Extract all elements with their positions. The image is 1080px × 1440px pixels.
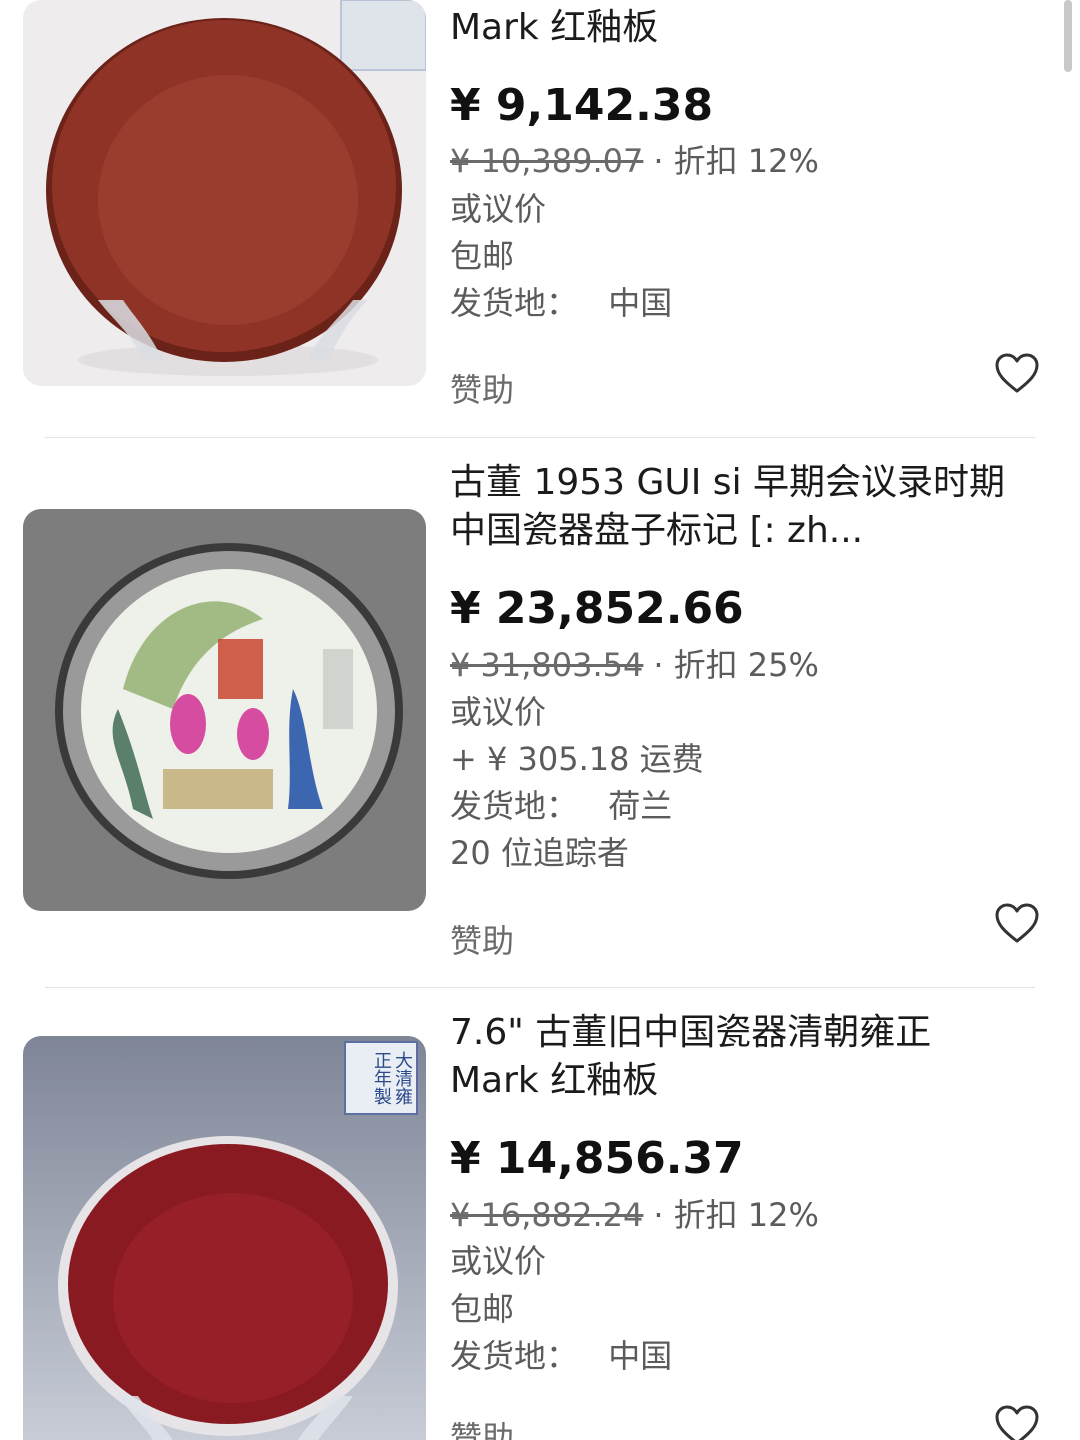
seal-mark: 大清雍正年製 (371, 1051, 413, 1105)
sponsored-label-3: 赞助 (450, 1419, 515, 1440)
original-price-1: ¥ 10,389.07 (450, 142, 644, 180)
list-divider (45, 987, 1035, 988)
sponsored-label-1: 赞助 (450, 371, 515, 409)
separator-dot: · (653, 1196, 664, 1234)
discount-2: 折扣 25% (673, 646, 819, 684)
negotiable-3: 或议价 (450, 1242, 547, 1280)
location-1: 中国 (608, 284, 673, 322)
price-row-3: ¥ 16,882.24 · 折扣 12% (450, 1192, 819, 1239)
listing-price-2: ¥ 23,852.66 (450, 583, 744, 634)
listing-title-2-line2[interactable]: 中国瓷器盘子标记 [: zh... (450, 507, 863, 555)
shipping-3: 包邮 (450, 1290, 515, 1328)
listing-price-3: ¥ 14,856.37 (450, 1133, 744, 1184)
negotiable-2: 或议价 (450, 693, 547, 731)
original-price-3: ¥ 16,882.24 (450, 1196, 644, 1234)
sponsored-label-2: 赞助 (450, 922, 515, 960)
heart-outline-icon[interactable] (994, 902, 1040, 944)
listing-image-1[interactable] (23, 0, 426, 386)
listing-title-3-line1[interactable]: 7.6" 古董旧中国瓷器清朝雍正 (450, 1009, 931, 1057)
listing-price-1: ¥ 9,142.38 (450, 80, 714, 131)
location-label-2: 发货地： (450, 787, 579, 825)
listing-image-2[interactable] (23, 509, 426, 911)
location-row-1: 发货地： 中国 (450, 280, 672, 327)
price-row-1: ¥ 10,389.07 · 折扣 12% (450, 138, 819, 185)
separator-dot: · (653, 646, 664, 684)
heart-outline-icon[interactable] (994, 352, 1040, 394)
separator-dot: · (653, 142, 664, 180)
price-row-2: ¥ 31,803.54 · 折扣 25% (450, 642, 819, 689)
location-label-3: 发货地： (450, 1337, 579, 1375)
shipping-1: 包邮 (450, 237, 515, 275)
scrollbar[interactable] (1064, 0, 1072, 72)
discount-3: 折扣 12% (673, 1196, 819, 1234)
location-2: 荷兰 (608, 787, 673, 825)
negotiable-1: 或议价 (450, 190, 547, 228)
plate-photo-red (23, 0, 426, 386)
listing-title-1[interactable]: Mark 红釉板 (450, 4, 658, 52)
shipping-2: + ¥ 305.18 运费 (450, 740, 704, 778)
location-row-3: 发货地： 中国 (450, 1333, 672, 1380)
location-3: 中国 (608, 1337, 673, 1375)
location-row-2: 发货地： 荷兰 (450, 783, 672, 830)
list-divider (45, 437, 1035, 438)
listing-image-3[interactable]: 大清雍正年製 (23, 1036, 426, 1440)
listing-title-2-line1[interactable]: 古董 1953 GUI si 早期会议录时期 (450, 459, 1005, 507)
search-results-page: Mark 红釉板 ¥ 9,142.38 ¥ 10,389.07 · 折扣 12% 或… (0, 0, 1080, 1440)
plate-photo-famille-rose (23, 509, 426, 911)
location-label-1: 发货地： (450, 284, 579, 322)
heart-outline-icon[interactable] (994, 1404, 1040, 1440)
discount-1: 折扣 12% (673, 142, 819, 180)
original-price-2: ¥ 31,803.54 (450, 646, 644, 684)
listing-title-3-line2[interactable]: Mark 红釉板 (450, 1057, 658, 1105)
watchers-2: 20 位追踪者 (450, 834, 629, 872)
